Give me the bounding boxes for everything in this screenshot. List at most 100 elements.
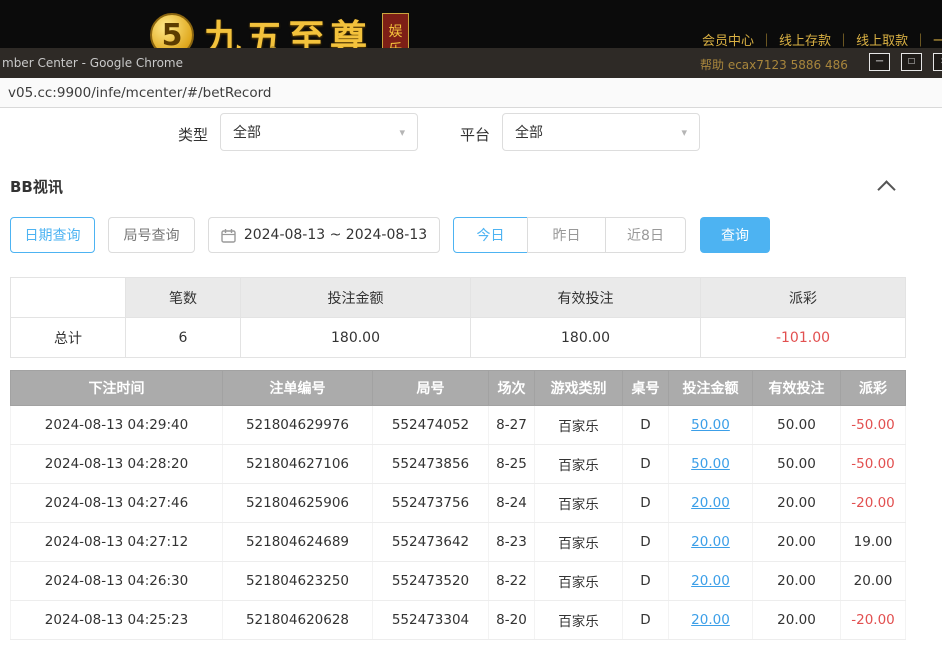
order-no: 521804623250: [223, 562, 373, 601]
payout: -50.00: [841, 445, 906, 484]
summary-header-bet-amount: 投注金额: [241, 278, 471, 318]
site-header: 5 九五至尊 娱 乐 会员中心 线上存款 线上取款 一键: [0, 0, 942, 48]
header-game-type: 游戏类别: [535, 371, 623, 406]
date-query-button[interactable]: 日期查询: [10, 217, 95, 253]
valid-bet: 20.00: [753, 562, 841, 601]
bet-time: 2024-08-13 04:25:23: [11, 601, 223, 640]
maximize-button[interactable]: □: [901, 53, 922, 71]
round-no: 552473856: [373, 445, 489, 484]
header-session: 场次: [489, 371, 535, 406]
table-row: 2024-08-13 04:29:40 521804629976 5524740…: [11, 406, 906, 445]
payout: 20.00: [841, 562, 906, 601]
session: 8-22: [489, 562, 535, 601]
date-range-input[interactable]: 2024-08-13 ~ 2024-08-13: [208, 217, 440, 253]
header-bet-amount: 投注金额: [669, 371, 753, 406]
bet-amount-link[interactable]: 50.00: [669, 406, 753, 445]
table-row: 2024-08-13 04:27:46 521804625906 5524737…: [11, 484, 906, 523]
bet-time: 2024-08-13 04:28:20: [11, 445, 223, 484]
order-no: 521804625906: [223, 484, 373, 523]
order-no: 521804629976: [223, 406, 373, 445]
bet-record-table: 下注时间 注单编号 局号 场次 游戏类别 桌号 投注金额 有效投注 派彩 202…: [10, 370, 906, 640]
summary-count-value: 6: [126, 318, 241, 358]
payout: -20.00: [841, 601, 906, 640]
payout: -50.00: [841, 406, 906, 445]
summary-bet-amount-value: 180.00: [241, 318, 471, 358]
search-button[interactable]: 查询: [700, 217, 770, 253]
payout: 19.00: [841, 523, 906, 562]
url-text[interactable]: v05.cc:9900/infe/mcenter/#/betRecord: [8, 85, 271, 101]
nav-deposit[interactable]: 线上存款: [754, 30, 831, 49]
table-header-row: 下注时间 注单编号 局号 场次 游戏类别 桌号 投注金额 有效投注 派彩: [11, 371, 906, 406]
header-bet-time: 下注时间: [11, 371, 223, 406]
type-select[interactable]: 全部 ▾: [220, 113, 418, 151]
type-select-value: 全部: [233, 122, 261, 142]
bet-amount-link[interactable]: 20.00: [669, 562, 753, 601]
game-type: 百家乐: [535, 562, 623, 601]
summary-table: 笔数 投注金额 有效投注 派彩 总计 6 180.00 180.00 -101.…: [10, 277, 906, 358]
session: 8-24: [489, 484, 535, 523]
summary-payout-value: -101.00: [701, 318, 906, 358]
table-no: D: [623, 406, 669, 445]
browser-titlebar[interactable]: mber Center - Google Chrome 帮助 ecax7123 …: [0, 48, 942, 78]
bet-amount-link[interactable]: 20.00: [669, 601, 753, 640]
header-table-no: 桌号: [623, 371, 669, 406]
today-button[interactable]: 今日: [453, 217, 528, 253]
valid-bet: 50.00: [753, 406, 841, 445]
chevron-down-icon: ▾: [681, 126, 687, 139]
table-no: D: [623, 445, 669, 484]
summary-total-label: 总计: [11, 318, 126, 358]
close-button[interactable]: ×: [933, 53, 942, 71]
session: 8-25: [489, 445, 535, 484]
bet-amount-link[interactable]: 20.00: [669, 484, 753, 523]
valid-bet: 50.00: [753, 445, 841, 484]
summary-total-row: 总计 6 180.00 180.00 -101.00: [11, 318, 906, 358]
round-no: 552473642: [373, 523, 489, 562]
table-no: D: [623, 484, 669, 523]
browser-address-bar: v05.cc:9900/infe/mcenter/#/betRecord: [0, 78, 942, 108]
yesterday-button[interactable]: 昨日: [527, 217, 606, 253]
game-type: 百家乐: [535, 523, 623, 562]
window-title: mber Center - Google Chrome: [2, 56, 183, 70]
session: 8-20: [489, 601, 535, 640]
type-filter-label: 类型: [178, 124, 208, 145]
session: 8-27: [489, 406, 535, 445]
platform-select[interactable]: 全部 ▾: [502, 113, 700, 151]
table-no: D: [623, 601, 669, 640]
badge-char-top: 娱: [389, 23, 403, 41]
bet-amount-link[interactable]: 50.00: [669, 445, 753, 484]
bet-time: 2024-08-13 04:27:12: [11, 523, 223, 562]
summary-header-row: 笔数 投注金额 有效投注 派彩: [11, 278, 906, 318]
header-payout: 派彩: [841, 371, 906, 406]
nav-member-center[interactable]: 会员中心: [702, 30, 754, 49]
top-nav: 会员中心 线上存款 线上取款 一键: [702, 30, 942, 49]
nav-one-key[interactable]: 一键: [908, 30, 942, 49]
session: 8-23: [489, 523, 535, 562]
date-range-value: 2024-08-13 ~ 2024-08-13: [244, 227, 427, 243]
header-round-no: 局号: [373, 371, 489, 406]
last-8-days-button[interactable]: 近8日: [605, 217, 686, 253]
user-info-text: 帮助 ecax7123 5886 486: [700, 56, 848, 73]
table-row: 2024-08-13 04:28:20 521804627106 5524738…: [11, 445, 906, 484]
payout: -20.00: [841, 484, 906, 523]
bet-amount-link[interactable]: 20.00: [669, 523, 753, 562]
summary-header-blank: [11, 278, 126, 318]
order-no: 521804624689: [223, 523, 373, 562]
nav-withdraw[interactable]: 线上取款: [831, 30, 908, 49]
round-no: 552474052: [373, 406, 489, 445]
summary-header-count: 笔数: [126, 278, 241, 318]
valid-bet: 20.00: [753, 601, 841, 640]
table-no: D: [623, 523, 669, 562]
table-row: 2024-08-13 04:27:12 521804624689 5524736…: [11, 523, 906, 562]
bet-time: 2024-08-13 04:26:30: [11, 562, 223, 601]
chevron-up-icon[interactable]: [877, 180, 895, 198]
table-row: 2024-08-13 04:25:23 521804620628 5524733…: [11, 601, 906, 640]
screen: 5 九五至尊 娱 乐 会员中心 线上存款 线上取款 一键 mber Center…: [0, 0, 942, 649]
minimize-button[interactable]: ─: [869, 53, 890, 71]
summary-valid-bet-value: 180.00: [471, 318, 701, 358]
round-query-button[interactable]: 局号查询: [108, 217, 195, 253]
round-no: 552473304: [373, 601, 489, 640]
section-title: BB视讯: [10, 176, 63, 197]
bet-time: 2024-08-13 04:29:40: [11, 406, 223, 445]
bet-time: 2024-08-13 04:27:46: [11, 484, 223, 523]
round-no: 552473756: [373, 484, 489, 523]
